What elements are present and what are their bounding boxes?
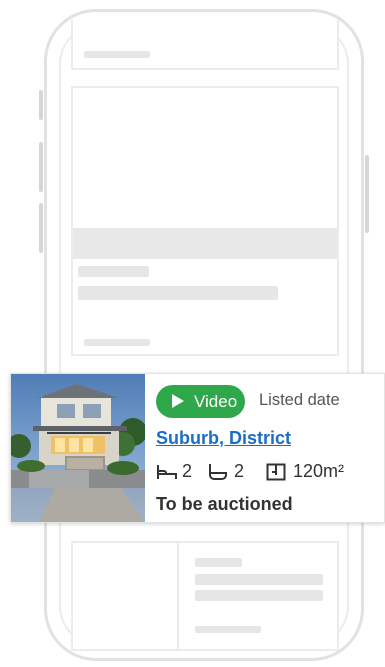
bedrooms-count: 2	[182, 461, 193, 481]
placeholder-listing-card	[71, 86, 339, 356]
phone-volume-up-button	[39, 142, 43, 192]
placeholder-line	[84, 51, 150, 58]
listed-date-label: Listed date	[259, 391, 340, 409]
sale-method: To be auctioned	[156, 494, 293, 514]
placeholder-bottom-meta	[195, 626, 261, 633]
property-photo[interactable]	[11, 374, 145, 522]
floor-area: 120m²	[293, 461, 345, 481]
phone-power-button	[365, 155, 369, 233]
placeholder-bottom-image	[71, 541, 179, 651]
property-card[interactable]: Video Listed date Suburb, District 2 2 1…	[10, 373, 385, 523]
video-button[interactable]: Video	[156, 385, 245, 418]
phone-volume-down-button	[39, 203, 43, 253]
bath-icon	[209, 464, 227, 480]
video-button-label: Video	[194, 392, 238, 411]
placeholder-listing-top	[71, 20, 339, 70]
phone-side-button	[39, 90, 43, 120]
play-icon	[172, 394, 184, 408]
floorplan-icon	[266, 463, 286, 481]
placeholder-meta-line	[84, 339, 150, 346]
placeholder-bottom-line	[195, 574, 323, 585]
house-photo-illustration	[11, 374, 145, 522]
placeholder-text-line	[78, 286, 278, 300]
placeholder-bottom-line	[195, 590, 323, 601]
bathrooms-count: 2	[234, 461, 245, 481]
placeholder-image-band	[73, 228, 337, 259]
location-link[interactable]: Suburb, District	[156, 428, 291, 449]
placeholder-bottom-title	[195, 558, 242, 567]
bed-icon	[157, 465, 177, 479]
placeholder-title-line	[78, 266, 149, 277]
